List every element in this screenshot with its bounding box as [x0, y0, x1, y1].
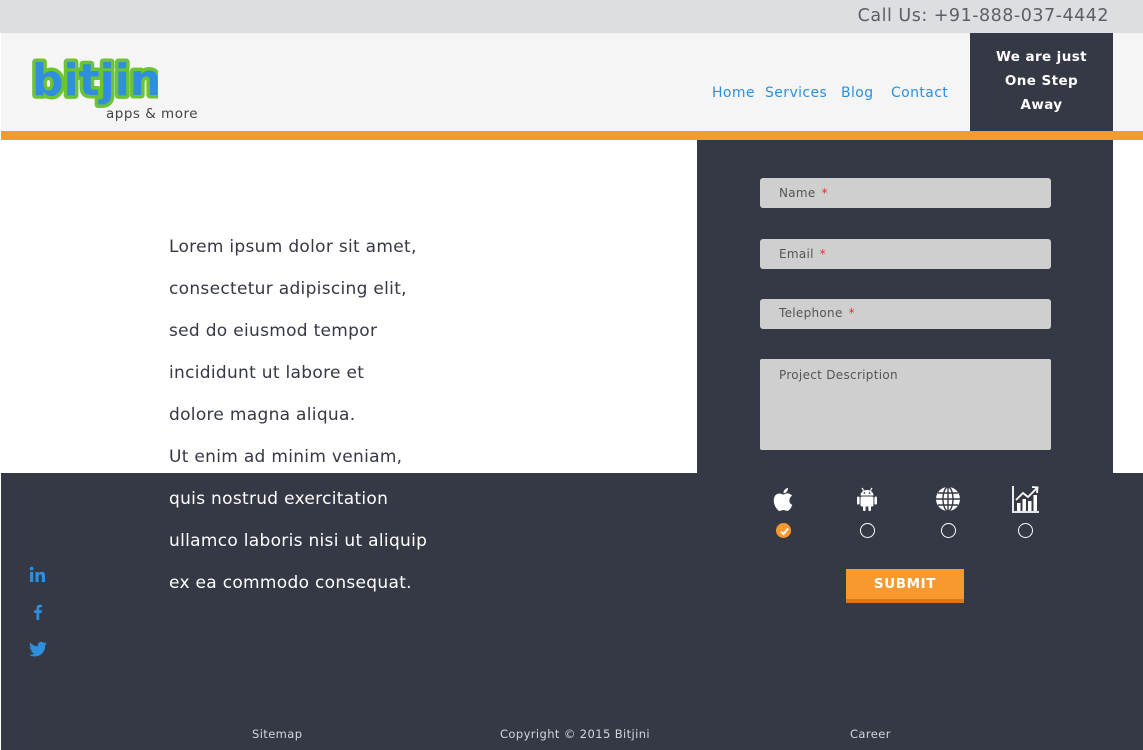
apple-radio[interactable]: [776, 523, 791, 538]
check-icon: [780, 527, 789, 536]
nav-contact[interactable]: Contact: [891, 85, 948, 101]
apple-icon[interactable]: [768, 483, 800, 515]
logo-tagline: apps & more: [106, 106, 199, 122]
intro-line: consectetur adipiscing elit,: [169, 279, 407, 299]
intro-line: Lorem ipsum dolor sit amet,: [169, 237, 417, 257]
name-field[interactable]: Name *: [760, 178, 1051, 208]
required-mark: *: [821, 186, 828, 200]
android-icon[interactable]: [851, 483, 883, 515]
email-field[interactable]: Email *: [760, 239, 1051, 269]
facebook-icon[interactable]: [28, 602, 48, 622]
telephone-placeholder: Telephone *: [779, 306, 855, 320]
intro-line: dolore magna aliqua.: [169, 405, 356, 425]
footer-copyright: Copyright © 2015 Bitjini: [500, 727, 650, 741]
intro-text: Lorem ipsum dolor sit amet, consectetur …: [169, 226, 589, 604]
intro-line: quis nostrud exercitation: [169, 489, 389, 509]
intro-line: ex ea commodo consequat.: [169, 573, 412, 593]
logo-mark: bitjini: [29, 52, 159, 110]
chart-icon[interactable]: [1010, 483, 1042, 515]
nav-blog[interactable]: Blog: [841, 85, 874, 101]
promo-box: We are just One Step Away: [970, 33, 1113, 131]
twitter-icon[interactable]: [28, 639, 48, 659]
required-mark: *: [819, 247, 827, 261]
accent-bar: [1, 131, 1143, 140]
web-radio[interactable]: [941, 523, 956, 538]
required-mark: *: [848, 306, 855, 320]
footer-sitemap-link[interactable]: Sitemap: [252, 727, 302, 741]
promo-line-2: One Step: [1004, 73, 1079, 89]
promo-line-3: Away: [1020, 97, 1063, 113]
submit-button[interactable]: SUBMIT: [846, 569, 964, 603]
intro-line: Ut enim ad minim veniam,: [169, 447, 403, 467]
nav-services[interactable]: Services: [765, 85, 827, 101]
telephone-field[interactable]: Telephone *: [760, 299, 1051, 329]
name-placeholder: Name *: [779, 186, 828, 200]
project-description-field[interactable]: Project Description: [760, 359, 1051, 450]
top-bar: Call Us: +91-888-037-4442: [0, 0, 1143, 33]
nav-home[interactable]: Home: [712, 85, 755, 101]
linkedin-icon[interactable]: [28, 565, 48, 585]
intro-line: ullamco laboris nisi ut aliquip: [169, 531, 428, 551]
analytics-radio[interactable]: [1018, 523, 1033, 538]
logo-wordmark: bitjini: [32, 55, 158, 106]
footer-career-link[interactable]: Career: [850, 727, 891, 741]
site-header: bitjini apps & more Home Services Blog C…: [1, 33, 1143, 131]
email-placeholder: Email *: [779, 247, 827, 261]
android-radio[interactable]: [860, 523, 875, 538]
description-placeholder: Project Description: [779, 368, 898, 382]
promo-line-1: We are just: [995, 49, 1088, 65]
globe-icon[interactable]: [932, 483, 964, 515]
intro-line: sed do eiusmod tempor: [169, 321, 378, 341]
intro-line: incididunt ut labore et: [169, 363, 365, 383]
call-us-text: Call Us: +91-888-037-4442: [857, 6, 1109, 26]
